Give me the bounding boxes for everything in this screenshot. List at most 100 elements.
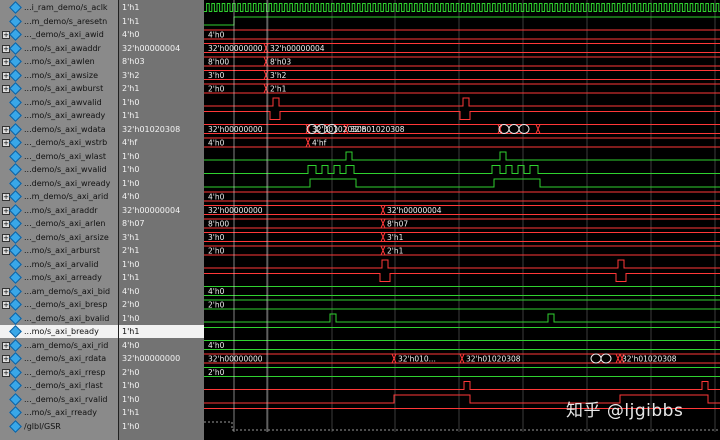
bus-value-label: 8'h00 xyxy=(208,58,229,67)
bus-burst-marker xyxy=(600,353,612,364)
signal-name-row[interactable]: + ..._demo/s_axi_wstrb xyxy=(0,136,118,149)
signal-name-row[interactable]: ...mo/s_axi_arvalid xyxy=(0,257,118,271)
signal-value: 32'h00000004 xyxy=(122,43,181,53)
signal-name-row[interactable]: ...mo/s_axi_arready xyxy=(0,271,118,284)
signal-name-row[interactable]: + ...mo/s_axi_araddr xyxy=(0,203,118,217)
waveform-pane[interactable]: 4'h0 32'h00000000 32'h00000004 8'h00 8'h03 3'… xyxy=(204,0,720,440)
signal-value: 2'h0 xyxy=(122,367,140,377)
signal-name-row[interactable]: ..._demo/s_axi_rvalid xyxy=(0,392,118,406)
signal-name-row[interactable]: + ..._demo/s_axi_awid xyxy=(0,28,118,41)
signal-name: ...am_demo/s_axi_rid xyxy=(24,340,109,350)
bus-value-label: 32'h00000000 xyxy=(208,125,263,134)
signal-name-row[interactable]: + ..._demo/s_axi_rdata xyxy=(0,352,118,365)
bus-value-label: 3'h0 xyxy=(208,71,225,80)
signal-name: ...mo/s_axi_awlen xyxy=(24,57,95,66)
bus-transition xyxy=(380,245,386,256)
signal-icon xyxy=(9,298,22,311)
signal-name-row[interactable]: + ...demo/s_axi_wdata xyxy=(0,122,118,136)
signal-waveform xyxy=(204,165,720,174)
signal-icon xyxy=(9,14,22,28)
signal-icon xyxy=(9,149,22,163)
watermark: 知乎 @ljgibbs xyxy=(566,401,684,421)
signal-name-row[interactable]: + ...m_demo/s_axi_arid xyxy=(0,190,118,203)
signal-name-row[interactable]: + ..._demo/s_axi_arlen xyxy=(0,217,118,230)
signal-name-row[interactable]: + ...mo/s_axi_awlen xyxy=(0,55,118,68)
signal-name-row[interactable]: ...m_demo/s_aresetn xyxy=(0,14,118,28)
signal-name-pane[interactable]: ...i_ram_demo/s_aclk ...m_demo/s_aresetn +… xyxy=(0,0,118,440)
signal-name: ..._demo/s_axi_bresp xyxy=(24,300,108,309)
signal-waveform xyxy=(204,16,720,26)
signal-value: 1'h0 xyxy=(122,313,140,323)
signal-name-row[interactable]: ...mo/s_axi_awready xyxy=(0,109,118,122)
signal-name-row[interactable]: ...demo/s_axi_wvalid xyxy=(0,163,118,176)
signal-value: 1'h0 xyxy=(122,259,140,269)
signal-name-row[interactable]: ...demo/s_axi_wready xyxy=(0,176,118,190)
signal-name: ...mo/s_axi_awburst xyxy=(24,84,104,93)
signal-value: 3'h2 xyxy=(122,70,140,80)
signal-name-row[interactable]: ...mo/s_axi_rready xyxy=(0,406,118,419)
signal-name-row[interactable]: ..._demo/s_axi_wlast xyxy=(0,149,118,163)
signal-name-row[interactable]: + ...mo/s_axi_awaddr xyxy=(0,41,118,55)
signal-icon xyxy=(9,1,22,14)
signal-name: ..._demo/s_axi_bvalid xyxy=(24,313,110,323)
signal-value: 4'h0 xyxy=(122,30,140,39)
signal-name-row[interactable]: + ...mo/s_axi_awburst xyxy=(0,82,118,95)
bus-value-label: 2'h1 xyxy=(270,85,287,94)
signal-waveform xyxy=(204,178,720,188)
bus-value-label: 32'h01020308 xyxy=(622,355,677,364)
signal-name-row[interactable]: + ...am_demo/s_axi_rid xyxy=(0,338,118,352)
signal-name-row[interactable]: + ...mo/s_axi_arburst xyxy=(0,244,118,257)
signal-icon xyxy=(9,28,22,41)
signal-icon xyxy=(9,55,22,68)
signal-name-row[interactable]: + ..._demo/s_axi_arsize xyxy=(0,230,118,244)
signal-waveform xyxy=(204,97,720,107)
signal-name-row[interactable]: + ...am_demo/s_axi_bid xyxy=(0,284,118,298)
signal-name-row[interactable]: ...mo/s_axi_awvalid xyxy=(0,95,118,109)
bus-transition xyxy=(459,353,465,364)
bus-transition xyxy=(615,353,621,364)
signal-name-row[interactable]: /glbl/GSR xyxy=(0,419,118,433)
signal-name: ...m_demo/s_aresetn xyxy=(24,16,108,26)
signal-icon xyxy=(9,41,22,55)
signal-value: 4'hf xyxy=(122,138,138,147)
waveform-viewer: ...i_ram_demo/s_aclk ...m_demo/s_aresetn +… xyxy=(0,0,720,440)
signal-waveform xyxy=(204,259,720,269)
waveform-canvas[interactable]: 4'h0 32'h00000000 32'h00000004 8'h00 8'h03 3'… xyxy=(204,0,720,440)
signal-name: ...m_demo/s_axi_arid xyxy=(24,192,109,201)
signal-value: 1'h1 xyxy=(122,408,140,417)
bus-value-label: 2'h1 xyxy=(387,247,404,256)
signal-icon xyxy=(9,122,22,136)
signal-value: 1'h0 xyxy=(122,97,140,107)
signal-name: /glbl/GSR xyxy=(24,421,61,431)
signal-name: ..._demo/s_axi_arlen xyxy=(24,219,106,228)
signal-name-row[interactable]: + ..._demo/s_axi_rresp xyxy=(0,365,118,379)
bus-burst-marker xyxy=(518,124,530,134)
signal-name: ..._demo/s_axi_arsize xyxy=(24,232,109,242)
bus-value-label: 32'h00000004 xyxy=(270,44,325,53)
signal-name-row[interactable]: ..._demo/s_axi_rlast xyxy=(0,379,118,392)
signal-value: 1'h0 xyxy=(122,178,140,188)
signal-name-row[interactable]: + ...mo/s_axi_awsize xyxy=(0,68,118,82)
signal-icon xyxy=(9,419,22,433)
signal-icon xyxy=(9,352,22,365)
signal-name: ..._demo/s_axi_wlast xyxy=(24,151,107,161)
bus-burst-marker xyxy=(508,124,520,134)
signal-name-row[interactable]: ..._demo/s_axi_bvalid xyxy=(0,311,118,325)
clock-waveform xyxy=(204,3,720,12)
bus-transition xyxy=(380,218,386,229)
bus-burst-marker xyxy=(590,353,602,364)
bus-value-label: 4'hf xyxy=(312,139,327,148)
bus-transition xyxy=(380,205,386,215)
signal-name: ...mo/s_axi_rready xyxy=(24,408,97,417)
signal-value: 3'h1 xyxy=(122,232,140,242)
bus-value-label: 32'h00000000 xyxy=(208,206,263,215)
signal-name-row[interactable]: ...i_ram_demo/s_aclk xyxy=(0,1,118,14)
signal-name-row[interactable]: + ..._demo/s_axi_bresp xyxy=(0,298,118,311)
signal-value-pane[interactable]: 1'h1 1'h1 4'h0 32'h00000004 8'h03 3'h2 2'h1 1'h… xyxy=(118,0,204,440)
signal-icon xyxy=(9,190,22,203)
signal-value: 32'h00000004 xyxy=(122,205,181,215)
signal-icon xyxy=(9,230,22,244)
signal-name-row[interactable]: ...mo/s_axi_bready xyxy=(0,325,118,338)
bus-value-label: 32'h010... xyxy=(398,355,436,364)
bus-value-label: 32'h00000000 xyxy=(208,355,263,364)
